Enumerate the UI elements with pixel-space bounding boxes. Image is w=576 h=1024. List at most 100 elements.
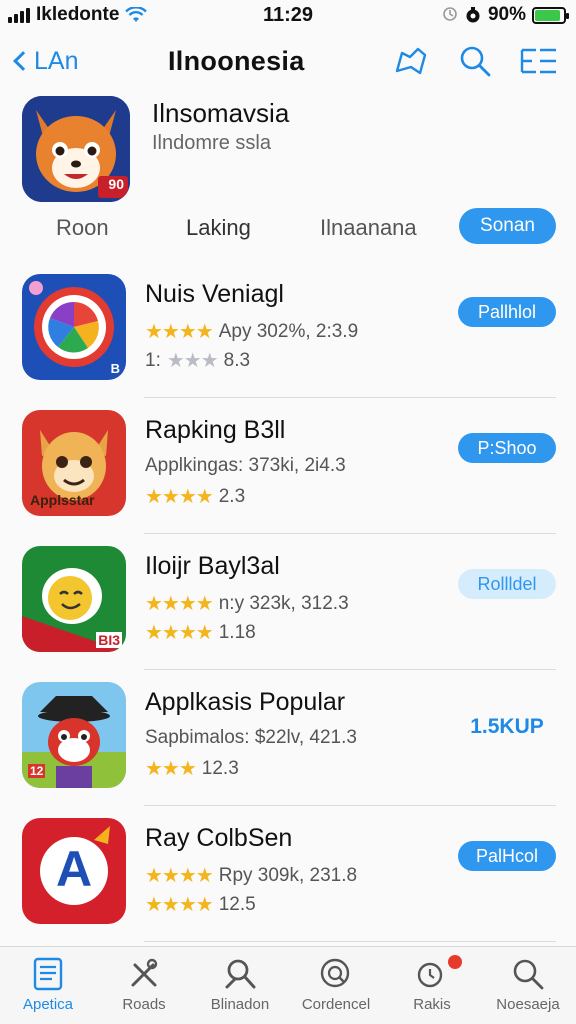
- app-rating-line: ★★★★ n:y 323k, 312.3: [145, 591, 349, 616]
- bottom-tab-bar: Apetica Roads Blinadon Cordencel Rakis N…: [0, 946, 576, 1024]
- app-rating-line: ★★★ 12.3: [145, 756, 239, 781]
- search-icon: [460, 46, 491, 77]
- status-right: 90%: [442, 4, 569, 26]
- header-icon-badge: 90: [108, 176, 124, 192]
- app-meta: Apy 302%, 2:3.9: [218, 320, 359, 342]
- list-item[interactable]: 12 Applkasis Popular Sapbimalos: $22lv, …: [0, 670, 576, 806]
- signal-icon: [8, 7, 30, 23]
- app-rating-line: ★★★★ Rpy 309k, 231.8: [145, 863, 357, 888]
- app-meta: n:y 323k, 312.3: [218, 592, 349, 614]
- battery-percent: 90%: [487, 4, 526, 25]
- chevron-left-icon: [13, 51, 33, 71]
- wifi-icon: [125, 7, 148, 22]
- app-name: Nuis Veniagl: [145, 280, 284, 308]
- rating-stars: ★★★★: [145, 865, 214, 887]
- rating-stars: ★★★: [145, 758, 197, 780]
- app-meta-line: Sapbimalos: $22lv, 421.3: [145, 727, 357, 749]
- tab-label: Cordencel: [301, 996, 371, 1013]
- magnify-circle-icon: [320, 958, 350, 988]
- tab-label: Apetica: [22, 996, 74, 1013]
- tab-ilnaanana[interactable]: Ilnaanana: [320, 215, 417, 241]
- app-meta: Applkingas: 373ki, 2i4.3: [145, 455, 346, 476]
- featured-app[interactable]: 90 Ilnsomavsia Ilndomre ssla: [22, 96, 562, 204]
- tab-apetica[interactable]: Apetica: [0, 947, 96, 1024]
- rating-prefix: 1:: [145, 349, 161, 371]
- tab-roon[interactable]: Roon: [56, 215, 109, 241]
- rating-stars: ★★★★: [145, 486, 214, 508]
- nav-actions: [392, 42, 558, 80]
- share-button[interactable]: [392, 42, 430, 80]
- rating-value: 8.3: [223, 349, 251, 371]
- app-rating-line-secondary: ★★★★ 12.5: [145, 892, 256, 917]
- rating-value: 2.3: [218, 485, 246, 507]
- app-rating-line-secondary: ★★★★ 1.18: [145, 620, 256, 645]
- status-time: 11:29: [262, 3, 314, 26]
- battery-icon: [532, 6, 569, 24]
- app-rating-line: ★★★★ 2.3: [145, 484, 245, 509]
- fox-character-app-icon: 12: [22, 682, 126, 788]
- alarm-icon: [466, 7, 480, 23]
- app-rating-line: ★★★★ Apy 302%, 2:3.9: [145, 319, 358, 344]
- list-icon: [520, 48, 556, 74]
- tab-label: Blinadon: [210, 996, 270, 1013]
- app-name: Applkasis Popular: [145, 688, 346, 716]
- tab-cordencel[interactable]: Cordencel: [288, 947, 384, 1024]
- tab-laking[interactable]: Laking: [186, 215, 251, 241]
- icon-badge: BI3: [96, 632, 122, 648]
- document-icon: [33, 957, 63, 991]
- carrier-name: Ikledonte: [36, 4, 120, 25]
- icon-letter: A: [55, 841, 93, 897]
- get-button[interactable]: PalHcol: [458, 841, 556, 871]
- search-icon: [513, 959, 544, 990]
- list-button[interactable]: [520, 42, 558, 80]
- tab-noesaeja[interactable]: Noesaeja: [480, 947, 576, 1024]
- list-item[interactable]: Applsstar Rapking B3ll Applkingas: 373ki…: [0, 398, 576, 534]
- icon-badge: 12: [28, 764, 46, 778]
- cat-character-app-icon: Applsstar: [22, 410, 126, 516]
- page-title: Ilnoonesia: [168, 45, 305, 76]
- tab-label: Roads: [122, 996, 166, 1013]
- notification-badge: [448, 955, 462, 969]
- location-icon: [443, 7, 457, 21]
- divider: [144, 941, 556, 942]
- segment-tabs: Roon Laking Ilnaanana Sonan: [0, 207, 576, 251]
- status-left: Ikledonte: [8, 4, 148, 26]
- featured-app-name: Ilnsomavsia: [152, 98, 290, 128]
- rating-stars: ★★★★: [145, 622, 214, 644]
- search-button[interactable]: [456, 42, 494, 80]
- app-rating-line-secondary: 1: ★★★ 8.3: [145, 348, 250, 373]
- get-button[interactable]: 1.5KUP: [458, 712, 556, 742]
- rating-stars: ★★★★: [145, 321, 214, 343]
- featured-app-subtitle: Ilndomre ssla: [152, 132, 271, 154]
- icon-badge: B: [110, 361, 120, 376]
- app-meta: Rpy 309k, 231.8: [218, 864, 358, 886]
- app-meta-line: Applkingas: 373ki, 2i4.3: [145, 455, 346, 477]
- get-button[interactable]: Rollldel: [458, 569, 556, 599]
- list-item[interactable]: A Ray ColbSen ★★★★ Rpy 309k, 231.8 ★★★★ …: [0, 806, 576, 942]
- tab-blinadon[interactable]: Blinadon: [192, 947, 288, 1024]
- rating-value: 12.5: [218, 893, 256, 915]
- tab-roads[interactable]: Roads: [96, 947, 192, 1024]
- tab-sonan[interactable]: Sonan: [459, 208, 556, 244]
- get-button[interactable]: P:Shoo: [458, 433, 556, 463]
- icon-label: Applsstar: [30, 492, 95, 508]
- app-name: Iloijr Bayl3al: [145, 552, 280, 580]
- nav-bar: LAn Ilnoonesia: [0, 36, 576, 86]
- get-button[interactable]: Pallhlol: [458, 297, 556, 327]
- back-button[interactable]: LAn: [10, 47, 78, 76]
- app-name: Rapking B3ll: [145, 416, 286, 444]
- list-item[interactable]: B Nuis Veniagl ★★★★ Apy 302%, 2:3.9 1: ★…: [0, 262, 576, 398]
- rating-value: 12.3: [201, 757, 239, 779]
- notification-icon: [417, 962, 443, 988]
- letter-a-app-icon: A: [22, 818, 126, 924]
- fox-app-icon: 90: [22, 96, 130, 202]
- app-name: Ray ColbSen: [145, 824, 293, 852]
- list-item[interactable]: BI3 Iloijr Bayl3al ★★★★ n:y 323k, 312.3 …: [0, 534, 576, 670]
- green-chat-app-icon: BI3: [22, 546, 126, 652]
- share-map-icon: [395, 47, 427, 75]
- app-meta: Sapbimalos: $22lv, 421.3: [145, 727, 357, 748]
- rating-value: 1.18: [218, 621, 256, 643]
- app-list: B Nuis Veniagl ★★★★ Apy 302%, 2:3.9 1: ★…: [0, 262, 576, 942]
- tab-rakis[interactable]: Rakis: [384, 947, 480, 1024]
- status-bar: Ikledonte 11:29 90%: [0, 0, 576, 30]
